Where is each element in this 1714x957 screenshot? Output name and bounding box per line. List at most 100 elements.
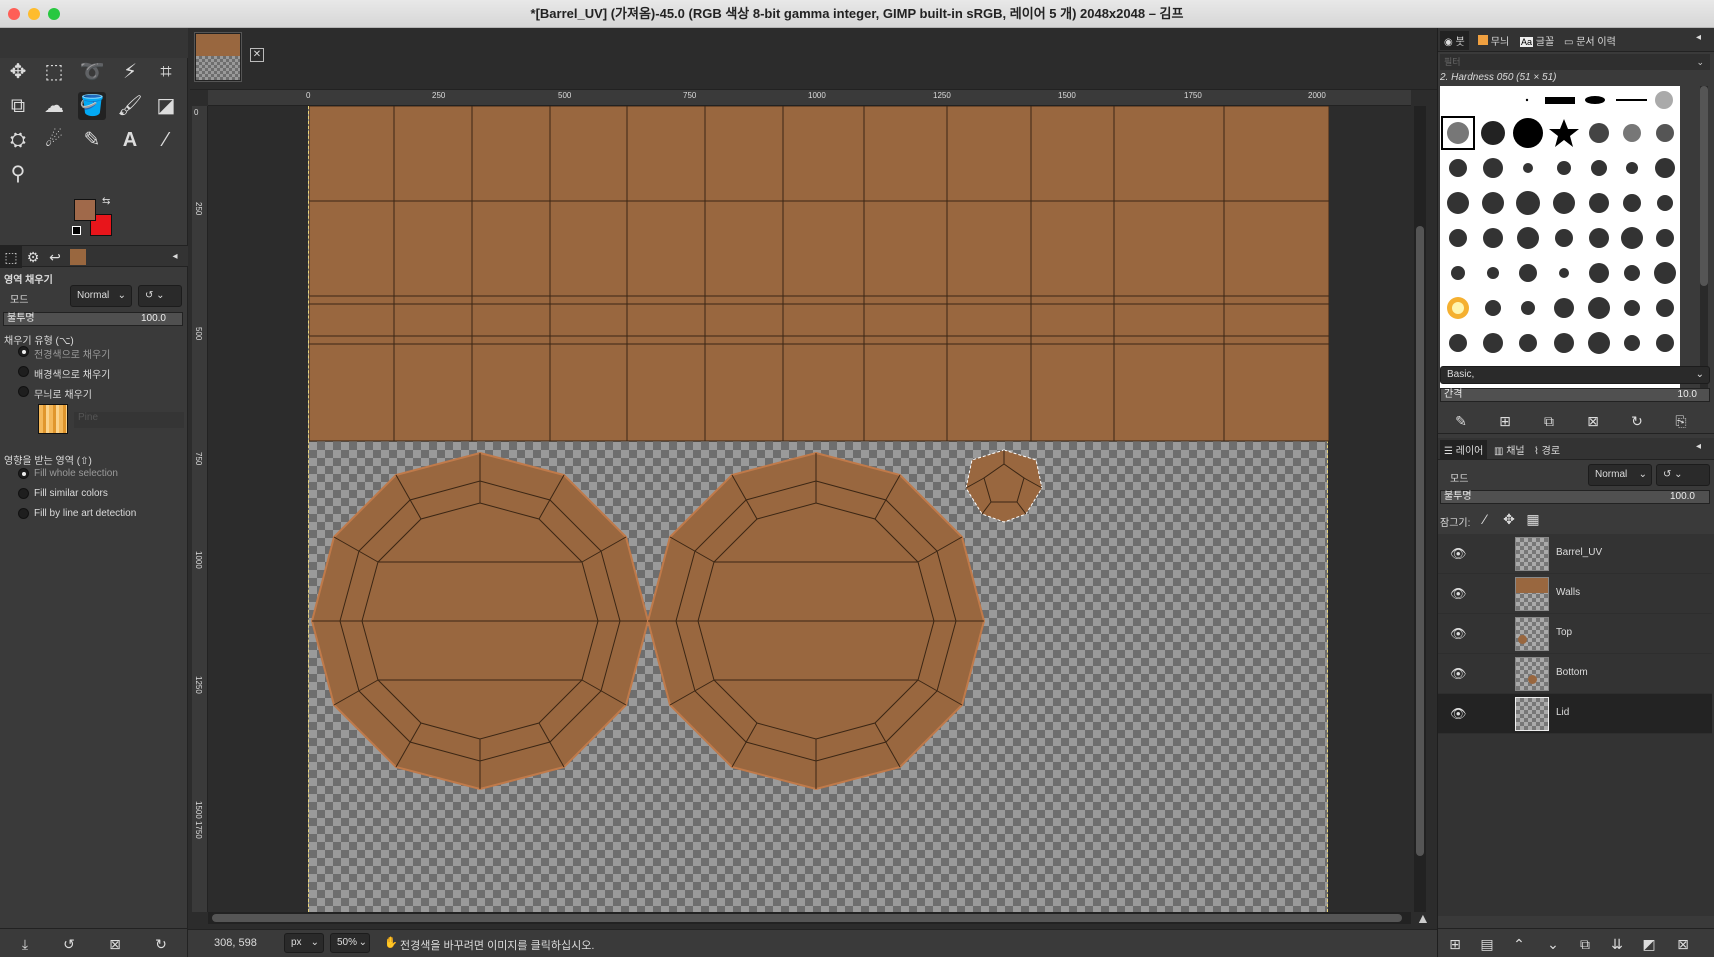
- layer-row-lid[interactable]: 👁 Lid: [1438, 694, 1712, 734]
- panel-menu-icon[interactable]: ◂: [1696, 32, 1701, 43]
- lasso-tool-icon[interactable]: ➰: [78, 58, 106, 86]
- save-options-icon[interactable]: ⤓: [14, 933, 36, 955]
- brush-preset-dropdown[interactable]: Basic, ⌄: [1440, 366, 1710, 384]
- warp-tool-icon[interactable]: ☁: [40, 92, 68, 120]
- swap-colors-icon[interactable]: ⇆: [102, 196, 110, 207]
- reset-options-icon[interactable]: ↻: [150, 933, 172, 955]
- minimize-window-button[interactable]: [28, 8, 40, 20]
- vertical-scrollbar[interactable]: [1414, 106, 1426, 912]
- layer-name[interactable]: Barrel_UV: [1556, 547, 1602, 558]
- brush-filter-input[interactable]: 필터 ⌄: [1440, 54, 1710, 70]
- layer-row-top[interactable]: 👁 Top: [1438, 614, 1712, 654]
- device-status-tab-icon[interactable]: ⚙: [22, 246, 44, 268]
- crop-tool-icon[interactable]: ⌗: [152, 58, 180, 86]
- fill-pattern-radio[interactable]: [18, 386, 29, 397]
- brush-scroll-thumb[interactable]: [1700, 86, 1708, 286]
- fill-whole-selection-radio[interactable]: [18, 468, 29, 479]
- default-colors-icon[interactable]: [72, 226, 81, 235]
- unit-dropdown[interactable]: px ⌄: [284, 933, 324, 953]
- brush-grid[interactable]: [1440, 86, 1680, 388]
- layer-opacity-slider[interactable]: 불투명 100.0: [1440, 490, 1710, 504]
- image-tab-thumbnail[interactable]: [194, 32, 242, 82]
- smudge-tool-icon[interactable]: ☄: [40, 126, 68, 154]
- edit-brush-icon[interactable]: ✎: [1450, 410, 1472, 432]
- layer-row-barrel-uv[interactable]: 👁 Barrel_UV: [1438, 534, 1712, 574]
- delete-options-icon[interactable]: ⊠: [104, 933, 126, 955]
- fill-similar-colors-radio[interactable]: [18, 488, 29, 499]
- foreground-color-swatch[interactable]: [74, 199, 96, 221]
- layer-name[interactable]: Walls: [1556, 587, 1580, 598]
- layer-name[interactable]: Bottom: [1556, 667, 1588, 678]
- vertical-scroll-thumb[interactable]: [1416, 226, 1424, 856]
- new-layer-icon[interactable]: ⊞: [1444, 933, 1466, 955]
- tab-layers[interactable]: ☰ 레이어: [1440, 440, 1488, 459]
- tab-document-history[interactable]: ▭ 문서 이력: [1560, 31, 1620, 50]
- undo-history-tab-icon[interactable]: ↩: [44, 246, 66, 268]
- paintbrush-tool-icon[interactable]: 🖌: [116, 92, 144, 120]
- mode-dropdown[interactable]: Normal ⌄: [70, 285, 132, 307]
- pattern-swatch[interactable]: [38, 404, 68, 434]
- refresh-brushes-icon[interactable]: ↻: [1626, 410, 1648, 432]
- color-picker-tool-icon[interactable]: ⁄: [152, 126, 180, 154]
- eraser-tool-icon[interactable]: ◪: [152, 92, 180, 120]
- merge-down-icon[interactable]: ⇊: [1606, 933, 1628, 955]
- bucket-fill-tool-icon[interactable]: 🪣: [78, 92, 106, 120]
- visibility-eye-icon[interactable]: 👁: [1450, 626, 1468, 641]
- panel-menu-icon[interactable]: ◂: [1696, 441, 1701, 452]
- visibility-eye-icon[interactable]: 👁: [1450, 546, 1468, 561]
- layer-composite-button[interactable]: ↺ ⌄: [1656, 464, 1710, 486]
- tab-fonts[interactable]: Aa 글꼴: [1516, 31, 1558, 50]
- delete-brush-icon[interactable]: ⊠: [1582, 410, 1604, 432]
- lock-alpha-icon[interactable]: ▦: [1522, 508, 1544, 530]
- images-tab-icon[interactable]: [70, 249, 86, 265]
- lock-pixels-icon[interactable]: ⁄: [1474, 508, 1496, 530]
- visibility-eye-icon[interactable]: 👁: [1450, 586, 1468, 601]
- close-tab-icon[interactable]: ✕: [250, 48, 264, 62]
- zoom-tool-icon[interactable]: ⚲: [4, 160, 32, 188]
- maximize-window-button[interactable]: [48, 8, 60, 20]
- new-brush-icon[interactable]: ⊞: [1494, 410, 1516, 432]
- restore-options-icon[interactable]: ↺: [58, 933, 80, 955]
- tab-paths[interactable]: ⌇ 경로: [1530, 440, 1564, 459]
- tab-brushes[interactable]: ◉ 붓: [1440, 31, 1469, 50]
- image-canvas[interactable]: [308, 106, 1329, 912]
- layer-mask-icon[interactable]: ◩: [1638, 933, 1660, 955]
- open-brush-as-image-icon[interactable]: ⎘: [1670, 410, 1692, 432]
- brush-grid-scrollbar[interactable]: [1700, 86, 1708, 388]
- panel-menu-icon[interactable]: ◂: [164, 246, 186, 268]
- transform-tool-icon[interactable]: ⧉: [4, 92, 32, 120]
- fuzzy-select-tool-icon[interactable]: ⚡: [116, 58, 144, 86]
- fill-bg-radio[interactable]: [18, 366, 29, 377]
- duplicate-layer-icon[interactable]: ⧉: [1574, 933, 1596, 955]
- zoom-dropdown[interactable]: 50% ⌄: [330, 933, 370, 953]
- horizontal-scrollbar[interactable]: [208, 912, 1411, 924]
- move-tool-icon[interactable]: ✥: [4, 58, 32, 86]
- text-tool-icon[interactable]: A: [116, 126, 144, 154]
- rect-select-tool-icon[interactable]: ⬚: [40, 58, 68, 86]
- fill-line-art-radio[interactable]: [18, 508, 29, 519]
- new-group-icon[interactable]: ▤: [1476, 933, 1498, 955]
- raise-layer-icon[interactable]: ⌃: [1508, 933, 1530, 955]
- pattern-name-field[interactable]: Pine: [74, 412, 184, 428]
- visibility-eye-icon[interactable]: 👁: [1450, 666, 1468, 681]
- layer-name[interactable]: Top: [1556, 627, 1572, 638]
- duplicate-brush-icon[interactable]: ⧉: [1538, 410, 1560, 432]
- tab-channels[interactable]: ▥ 채널: [1490, 440, 1529, 459]
- layer-row-bottom[interactable]: 👁 Bottom: [1438, 654, 1712, 694]
- spacing-slider[interactable]: 간격 10.0: [1440, 388, 1710, 402]
- opacity-slider[interactable]: 불투명 100.0: [3, 312, 183, 326]
- tool-options-tab-icon[interactable]: ⬚: [0, 246, 22, 268]
- layer-row-walls[interactable]: 👁 Walls: [1438, 574, 1712, 614]
- paths-tool-icon[interactable]: ✎: [78, 126, 106, 154]
- fill-fg-radio[interactable]: [18, 346, 29, 357]
- layer-name[interactable]: Lid: [1556, 707, 1569, 718]
- horizontal-scroll-thumb[interactable]: [212, 914, 1402, 922]
- clone-tool-icon[interactable]: ⛭: [4, 126, 32, 154]
- navigate-icon[interactable]: ▲: [1416, 910, 1430, 926]
- delete-layer-icon[interactable]: ⊠: [1672, 933, 1694, 955]
- layer-mode-dropdown[interactable]: Normal ⌄: [1588, 464, 1652, 486]
- lower-layer-icon[interactable]: ⌄: [1542, 933, 1564, 955]
- visibility-eye-icon[interactable]: 👁: [1450, 706, 1468, 721]
- tab-patterns[interactable]: 무늬: [1474, 31, 1513, 50]
- mode-reset-button[interactable]: ↺ ⌄: [138, 285, 182, 307]
